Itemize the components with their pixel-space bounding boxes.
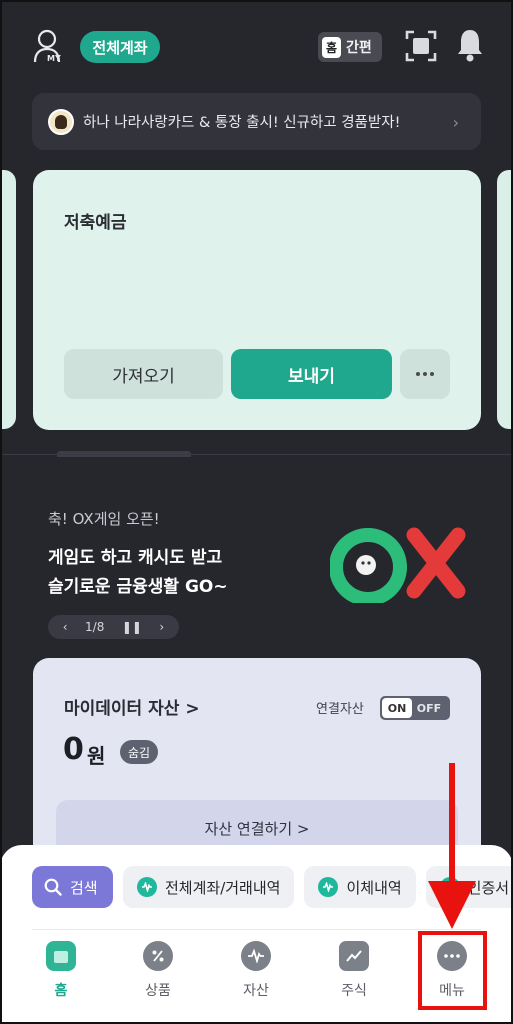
page-indicator: 1/8 [85,620,105,634]
tab-stocks[interactable]: 주식 [324,941,384,1000]
tab-home[interactable]: 홈 [31,941,91,1000]
tab-home-label: 홈 [54,983,68,999]
chart-trend-icon [339,941,369,971]
get-money-button[interactable]: 가져오기 [64,349,223,399]
account-card[interactable]: 저축예금 가져오기 보내기 [33,170,481,430]
bell-icon[interactable] [456,28,484,62]
red-arrow-icon [428,763,476,929]
all-accounts-button[interactable]: 전체계좌 [80,31,160,63]
tab-assets-label: 자산 [243,983,269,999]
easy-mode-toggle[interactable]: 홈 간편 [318,32,382,62]
tab-assets[interactable]: 자산 [226,941,286,1000]
tab-products-label: 상품 [145,983,171,999]
account-title: 저축예금 [64,213,127,233]
search-chip-label: 검색 [70,878,98,897]
all-accounts-history-label: 전체계좌/거래내역 [165,878,281,897]
linked-assets-label: 연결자산 [316,702,364,717]
banner-avatar [48,108,74,135]
promo-headline-2[interactable]: 슬기로운 금융생활 GO~ [48,572,228,597]
home-chip: 홈 [322,36,342,58]
scan-icon[interactable] [405,30,437,62]
promo-headline-1[interactable]: 게임도 하고 캐시도 받고 [48,543,222,568]
easy-label: 간편 [346,40,372,56]
menu-highlight-box [418,931,487,1010]
next-card-peek[interactable] [497,170,513,429]
wave-icon [137,877,157,897]
percent-badge-icon [143,941,173,971]
next-arrow-icon[interactable]: › [159,620,164,634]
send-money-button[interactable]: 보내기 [231,349,392,399]
asset-amount: 0 [63,732,84,767]
promo-subtitle[interactable]: 축! OX게임 오픈! [48,508,160,529]
tab-products[interactable]: 상품 [128,941,188,1000]
prev-arrow-icon[interactable]: ‹ [63,620,68,634]
more-dot-icon [416,372,420,376]
ox-game-illustration [330,527,466,603]
more-dot-icon [430,372,434,376]
home-icon [46,941,76,971]
section-divider [0,454,513,455]
search-chip[interactable]: 검색 [32,866,113,908]
asset-unit: 원 [87,744,106,768]
all-accounts-history-chip[interactable]: 전체계좌/거래내역 [123,866,295,908]
toggle-off: OFF [416,701,442,715]
toggle-on: ON [382,698,412,718]
banner-text: 하나 나라사랑카드 & 통장 출시! 신규하고 경품받자! [83,115,401,131]
tab-stocks-label: 주식 [341,983,367,999]
transfer-history-chip[interactable]: 이체내역 [304,866,416,908]
search-icon [44,878,62,896]
my-label: MY [47,54,61,63]
sheet-divider [32,929,481,930]
pulse-icon [241,941,271,971]
more-dot-icon [423,372,427,376]
chevron-right-icon: › [452,113,459,132]
pause-icon[interactable]: ❚❚ [122,620,142,634]
wave-icon [318,877,339,897]
hide-amount-button[interactable]: 숨김 [120,740,159,764]
transfer-history-label: 이체내역 [346,878,402,897]
more-options-button[interactable] [400,349,450,399]
promo-pager[interactable]: ‹ 1/8 ❚❚ › [48,615,179,639]
linked-assets-toggle[interactable]: ON OFF [380,696,450,720]
mydata-title[interactable]: 마이데이터 자산 > [64,694,200,719]
notice-banner[interactable]: 하나 나라사랑카드 & 통장 출시! 신규하고 경품받자! › [32,93,481,150]
previous-card-peek[interactable] [0,170,16,429]
